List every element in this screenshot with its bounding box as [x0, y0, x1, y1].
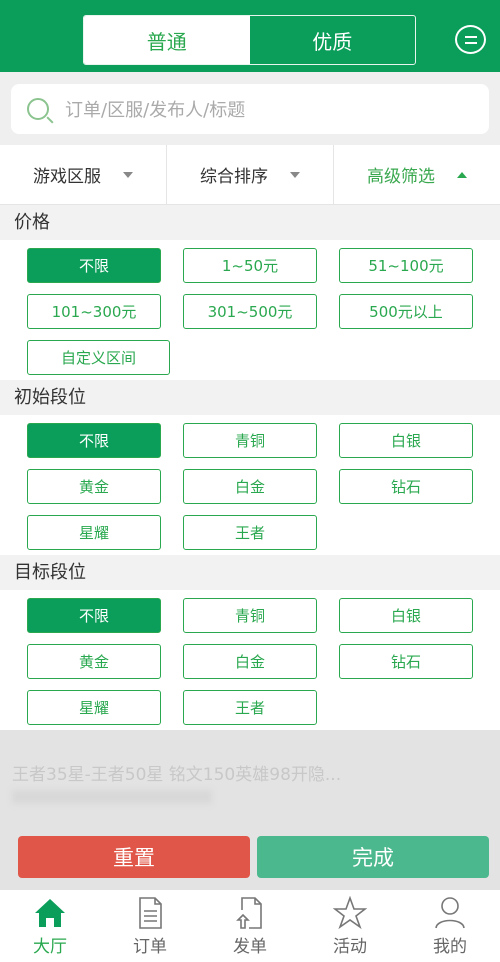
option-button[interactable]: 星耀 — [27, 515, 161, 550]
filter-label: 高级筛选 — [367, 167, 435, 187]
section-price: 价格 — [0, 205, 500, 240]
blurred-text — [12, 790, 212, 804]
tab-premium[interactable]: 优质 — [250, 16, 416, 64]
option-button[interactable]: 白金 — [183, 644, 317, 679]
option-button[interactable]: 白金 — [183, 469, 317, 504]
upload-document-icon — [236, 897, 262, 929]
section-target-rank: 目标段位 — [0, 555, 500, 590]
option-button[interactable]: 1~50元 — [183, 248, 317, 283]
star-icon — [333, 896, 367, 930]
search-icon — [27, 98, 49, 120]
option-button[interactable]: 星耀 — [27, 690, 161, 725]
option-button[interactable]: 钻石 — [339, 644, 473, 679]
tab-label: 我的 — [433, 937, 467, 957]
tab-label: 大厅 — [33, 937, 67, 957]
filter-label: 综合排序 — [200, 167, 268, 187]
option-button[interactable]: 王者 — [183, 690, 317, 725]
tab-orders[interactable]: 订单 — [100, 890, 200, 962]
header: 普通 优质 — [0, 0, 500, 72]
document-icon — [139, 897, 162, 929]
option-button[interactable]: 白银 — [339, 598, 473, 633]
option-button[interactable]: 黄金 — [27, 644, 161, 679]
caret-up-icon — [457, 171, 467, 178]
filter-bar: 游戏区服 综合排序 高级筛选 — [0, 145, 500, 205]
option-button[interactable]: 王者 — [183, 515, 317, 550]
tab-label: 活动 — [333, 937, 367, 957]
option-button[interactable]: 500元以上 — [339, 294, 473, 329]
filter-sort[interactable]: 综合排序 — [167, 145, 334, 204]
bottom-tab-bar: 大厅 订单 发单 活动 我的 — [0, 890, 500, 962]
option-button[interactable]: 青铜 — [183, 423, 317, 458]
filter-label: 游戏区服 — [33, 167, 101, 187]
tab-events[interactable]: 活动 — [300, 890, 400, 962]
section-start-rank: 初始段位 — [0, 380, 500, 415]
user-icon — [435, 897, 465, 929]
option-button[interactable]: 301~500元 — [183, 294, 317, 329]
filter-advanced[interactable]: 高级筛选 — [334, 145, 500, 204]
option-button[interactable]: 51~100元 — [339, 248, 473, 283]
caret-down-icon — [290, 171, 300, 178]
caret-down-icon — [123, 171, 133, 178]
order-title: 王者35星-王者50星 铭文150英雄98开隐... — [12, 765, 342, 785]
option-button[interactable]: 101~300元 — [27, 294, 161, 329]
tab-normal[interactable]: 普通 — [84, 16, 250, 64]
option-button[interactable]: 自定义区间 — [27, 340, 170, 375]
done-button[interactable]: 完成 — [257, 836, 489, 878]
option-button[interactable]: 不限 — [27, 598, 161, 633]
filter-server[interactable]: 游戏区服 — [0, 145, 167, 204]
home-icon — [35, 899, 65, 927]
mode-toggle: 普通 优质 — [83, 15, 416, 65]
search-input[interactable]: 订单/区服/发布人/标题 — [11, 84, 489, 134]
tab-label: 订单 — [133, 937, 167, 957]
tab-mine[interactable]: 我的 — [400, 890, 500, 962]
search-area: 订单/区服/发布人/标题 — [0, 72, 500, 145]
option-button[interactable]: 青铜 — [183, 598, 317, 633]
option-button[interactable]: 黄金 — [27, 469, 161, 504]
tab-hall[interactable]: 大厅 — [0, 890, 100, 962]
option-button[interactable]: 钻石 — [339, 469, 473, 504]
tab-post[interactable]: 发单 — [200, 890, 300, 962]
tab-label: 发单 — [233, 937, 267, 957]
option-button[interactable]: 不限 — [27, 248, 161, 283]
chat-menu-icon[interactable] — [455, 25, 486, 54]
search-placeholder: 订单/区服/发布人/标题 — [65, 100, 246, 121]
option-button[interactable]: 不限 — [27, 423, 161, 458]
reset-button[interactable]: 重置 — [18, 836, 250, 878]
option-button[interactable]: 白银 — [339, 423, 473, 458]
